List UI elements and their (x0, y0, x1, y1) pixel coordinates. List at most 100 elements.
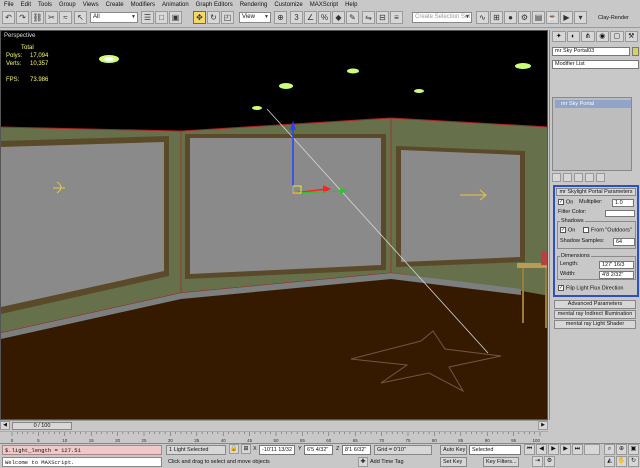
time-tag-icon[interactable]: ✚ (358, 457, 368, 467)
motion-tab-icon[interactable]: ◉ (595, 31, 609, 42)
time-slider[interactable]: ◀ 0 / 100 ▶ (0, 420, 548, 430)
rollout-title[interactable]: mr Skylight Portal Parameters (556, 188, 636, 196)
next-frame-icon[interactable]: ▶ (538, 421, 548, 430)
key-mode-icon[interactable]: ⇥ (532, 456, 543, 467)
schematic-view-icon[interactable]: ⊞ (490, 11, 503, 24)
prev-key-icon[interactable]: ◀ (536, 444, 547, 455)
remove-modifier-icon[interactable] (585, 173, 594, 182)
angle-snap-icon[interactable]: ∠ (304, 11, 317, 24)
flip-flux-row[interactable]: ✓ Flip Light Flux Direction (558, 285, 623, 292)
menu-create[interactable]: Create (106, 2, 124, 8)
render-type-icon[interactable]: ▾ (574, 11, 587, 24)
reference-coord-dropdown[interactable]: View (239, 12, 271, 23)
undo-icon[interactable]: ↶ (2, 11, 15, 24)
rendered-frame-icon[interactable]: ▤ (532, 11, 545, 24)
menu-rendering[interactable]: Rendering (240, 2, 268, 8)
align-icon[interactable]: ⊟ (376, 11, 389, 24)
menu-help[interactable]: Help (345, 2, 357, 8)
menu-graph-editors[interactable]: Graph Editors (196, 2, 233, 8)
goto-start-icon[interactable]: ⏮ (524, 444, 535, 455)
key-mode-dropdown[interactable]: Selected (469, 445, 521, 455)
percent-snap-icon[interactable]: % (318, 11, 331, 24)
viewport-label[interactable]: Perspective (4, 33, 35, 39)
select-by-name-icon[interactable]: ☰ (141, 11, 154, 24)
pan-icon[interactable]: ✋ (616, 456, 627, 467)
time-slider-thumb[interactable]: 0 / 100 (12, 422, 72, 430)
field-of-view-icon[interactable]: ◭ (604, 456, 615, 467)
goto-end-icon[interactable]: ⏭ (572, 444, 583, 455)
curve-editor-icon[interactable]: ∿ (476, 11, 489, 24)
configure-sets-icon[interactable] (596, 173, 605, 182)
menu-group[interactable]: Group (59, 2, 76, 8)
make-unique-icon[interactable] (574, 173, 583, 182)
link-icon[interactable]: ⛓ (31, 11, 44, 24)
lock-selection-icon[interactable]: 🔒 (229, 444, 239, 454)
unlink-icon[interactable]: ✂ (45, 11, 58, 24)
play-icon[interactable]: ▶ (548, 444, 559, 455)
hierarchy-tab-icon[interactable]: ⋔ (581, 31, 595, 42)
y-coordinate-input[interactable]: 6'5 4/32" (304, 445, 333, 455)
bind-space-warp-icon[interactable]: ≈ (59, 11, 72, 24)
zoom-extents-icon[interactable]: ▣ (628, 444, 639, 455)
display-tab-icon[interactable]: ▢ (610, 31, 624, 42)
time-config-icon[interactable]: ⚙ (544, 456, 555, 467)
window-crossing-icon[interactable]: ▣ (169, 11, 182, 24)
width-input[interactable]: 4'8 2/32" (599, 271, 634, 279)
from-outdoors-checkbox[interactable] (583, 227, 589, 233)
layer-manager-icon[interactable]: ≡ (390, 11, 403, 24)
advanced-parameters-rollout[interactable]: Advanced Parameters (554, 300, 636, 309)
create-tab-icon[interactable]: ✦ (552, 31, 566, 42)
render-production-icon[interactable]: ▶ (560, 11, 573, 24)
on-checkbox-row[interactable]: ✓ On (558, 199, 573, 206)
menu-customize[interactable]: Customize (274, 2, 302, 8)
from-outdoors-row[interactable]: From "Outdoors" (583, 227, 632, 234)
absolute-mode-icon[interactable]: ⊞ (241, 444, 251, 454)
menu-views[interactable]: Views (83, 2, 99, 8)
modify-tab-icon[interactable]: ◐ (566, 31, 580, 42)
indirect-illumination-rollout[interactable]: mental ray Indirect Illumination (554, 310, 636, 319)
on-checkbox[interactable]: ✓ (558, 199, 564, 205)
add-time-tag[interactable]: Add Time Tag (370, 458, 404, 466)
x-coordinate-input[interactable]: -10'11 13/32 (259, 445, 295, 455)
zoom-icon[interactable]: ⌕ (604, 444, 615, 455)
maxscript-mini-listener[interactable]: Welcome to MAXScript. (2, 457, 162, 467)
shadows-on-row[interactable]: ✓ On (560, 227, 575, 234)
utilities-tab-icon[interactable]: ⚒ (624, 31, 638, 42)
redo-icon[interactable]: ↷ (16, 11, 29, 24)
next-key-icon[interactable]: ▶ (560, 444, 571, 455)
select-object-icon[interactable]: ↖ (74, 11, 87, 24)
light-shader-rollout[interactable]: mental ray Light Shader (554, 320, 636, 329)
multiplier-input[interactable]: 1.0 (612, 199, 634, 207)
menu-modifiers[interactable]: Modifiers (131, 2, 155, 8)
object-color-swatch[interactable] (632, 47, 639, 56)
rect-selection-icon[interactable]: □ (155, 11, 168, 24)
orbit-icon[interactable]: ↻ (628, 456, 639, 467)
flip-flux-checkbox[interactable]: ✓ (558, 285, 564, 291)
menu-maxscript[interactable]: MAXScript (310, 2, 338, 8)
shadows-on-checkbox[interactable]: ✓ (560, 227, 566, 233)
scene-render[interactable] (1, 31, 548, 420)
z-coordinate-input[interactable]: 8'1 6/32" (342, 445, 371, 455)
pivot-center-icon[interactable]: ⊕ (274, 11, 287, 24)
select-rotate-icon[interactable]: ↻ (207, 11, 220, 24)
render-setup-icon[interactable]: ⚙ (518, 11, 531, 24)
material-editor-icon[interactable]: ● (504, 11, 517, 24)
menu-file[interactable]: File (4, 2, 14, 8)
clay-render-label[interactable]: Clay-Render (598, 14, 629, 22)
track-bar[interactable]: 0 5 10 15 20 25 30 35 40 45 50 55 60 65 70 75 80 85 90 95 10… (0, 431, 548, 443)
named-selection-set-dropdown[interactable]: Create Selection Set (412, 12, 472, 23)
auto-key-button[interactable]: Auto Key (440, 445, 467, 455)
object-name-field[interactable]: mr Sky Portal03 (552, 47, 630, 56)
named-selection-edit-icon[interactable]: ✎ (346, 11, 359, 24)
set-key-button[interactable]: Set Key (440, 457, 467, 467)
filter-color-swatch[interactable] (605, 210, 635, 217)
show-end-result-icon[interactable] (563, 173, 572, 182)
snap-toggle-icon[interactable]: 3 (290, 11, 303, 24)
menu-edit[interactable]: Edit (21, 2, 31, 8)
modifier-stack[interactable]: mr Sky Portal (552, 97, 632, 171)
menu-tools[interactable]: Tools (38, 2, 52, 8)
select-scale-icon[interactable]: ◰ (221, 11, 234, 24)
prev-frame-icon[interactable]: ◀ (0, 421, 10, 430)
key-filters-button[interactable]: Key Filters... (483, 457, 519, 467)
perspective-viewport[interactable]: Perspective Total Polys: 17,094 Verts: 1… (0, 30, 548, 420)
